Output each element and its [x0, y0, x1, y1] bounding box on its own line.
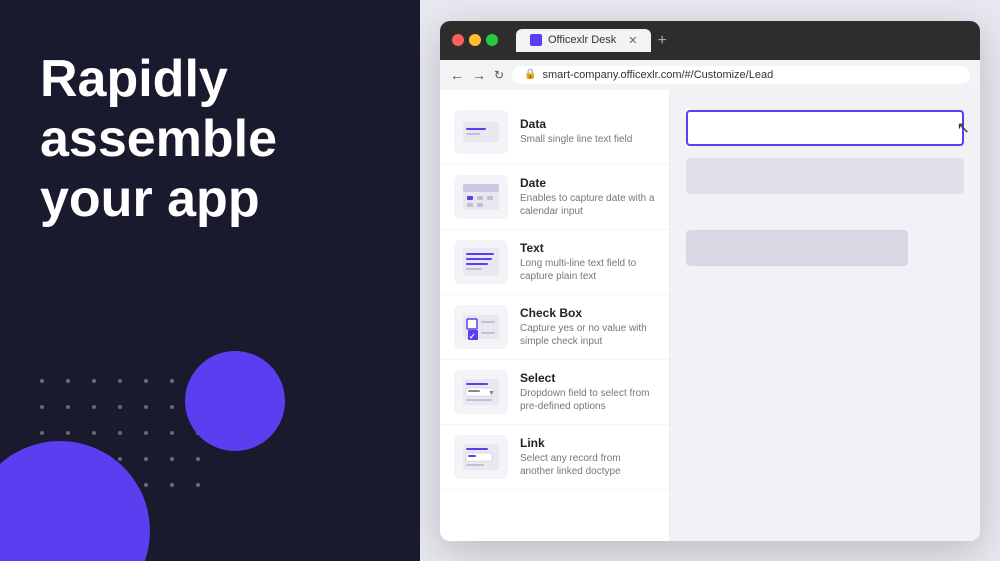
address-bar[interactable]: 🔒 smart-company.officexlr.com/#/Customiz…	[512, 66, 970, 84]
field-icon-date	[454, 175, 508, 219]
field-icon-text	[454, 240, 508, 284]
field-icon-link	[454, 435, 508, 479]
field-item-link[interactable]: Link Select any record from another link…	[440, 425, 669, 490]
field-info-text: Text Long multi-line text field to captu…	[520, 241, 655, 283]
browser-window: Officexlr Desk ✕ + ← → ↻ 🔒 smart-company…	[440, 21, 980, 541]
forward-button[interactable]: →	[472, 67, 486, 83]
right-panel: Officexlr Desk ✕ + ← → ↻ 🔒 smart-company…	[420, 0, 1000, 561]
hero-text: Rapidly assemble your app	[40, 50, 277, 229]
field-info-data: Data Small single line text field	[520, 117, 655, 146]
field-info-checkbox: Check Box Capture yes or no value with s…	[520, 306, 655, 348]
field-name-date: Date	[520, 176, 655, 190]
field-name-link: Link	[520, 436, 655, 450]
field-name-data: Data	[520, 117, 655, 131]
field-name-text: Text	[520, 241, 655, 255]
field-desc-date: Enables to capture date with a calendar …	[520, 192, 655, 218]
field-name-select: Select	[520, 371, 655, 385]
tab-favicon	[530, 34, 542, 46]
field-desc-link: Select any record from another linked do…	[520, 452, 655, 478]
field-desc-checkbox: Capture yes or no value with simple chec…	[520, 322, 655, 348]
field-icon-select: ▼	[454, 370, 508, 414]
reload-button[interactable]: ↻	[494, 68, 504, 82]
blue-circle-decoration	[185, 351, 285, 451]
field-item-checkbox[interactable]: ✓ Check Box Capture yes or no value with…	[440, 295, 669, 360]
url-text: smart-company.officexlr.com/#/Customize/…	[543, 69, 774, 81]
field-info-link: Link Select any record from another link…	[520, 436, 655, 478]
svg-text:▼: ▼	[488, 390, 495, 397]
field-item-date[interactable]: Date Enables to capture date with a cale…	[440, 165, 669, 230]
field-icon-data	[454, 110, 508, 154]
field-name-checkbox: Check Box	[520, 306, 655, 320]
browser-tabs: Officexlr Desk ✕ +	[516, 29, 667, 52]
field-icon-checkbox: ✓	[454, 305, 508, 349]
browser-chrome: Officexlr Desk ✕ +	[440, 21, 980, 60]
browser-toolbar: ← → ↻ 🔒 smart-company.officexlr.com/#/Cu…	[440, 60, 980, 90]
lock-icon: 🔒	[524, 69, 536, 80]
preview-field-active: ↖	[686, 110, 964, 146]
field-list: Data Small single line text field	[440, 90, 670, 541]
tab-close-button[interactable]: ✕	[628, 34, 637, 47]
preview-area: ↖	[670, 90, 980, 541]
traffic-light-green[interactable]	[486, 34, 498, 46]
browser-tab-active[interactable]: Officexlr Desk ✕	[516, 29, 651, 52]
traffic-lights	[452, 34, 498, 46]
field-info-select: Select Dropdown field to select from pre…	[520, 371, 655, 413]
field-item-data[interactable]: Data Small single line text field	[440, 100, 669, 165]
traffic-light-red[interactable]	[452, 34, 464, 46]
field-desc-select: Dropdown field to select from pre-define…	[520, 387, 655, 413]
field-desc-text: Long multi-line text field to capture pl…	[520, 257, 655, 283]
traffic-light-yellow[interactable]	[469, 34, 481, 46]
field-desc-data: Small single line text field	[520, 133, 655, 146]
back-button[interactable]: ←	[450, 67, 464, 83]
field-item-text[interactable]: Text Long multi-line text field to captu…	[440, 230, 669, 295]
headline: Rapidly assemble your app	[40, 50, 277, 229]
cursor-icon: ↖	[957, 118, 970, 138]
left-panel: Rapidly assemble your app	[0, 0, 420, 561]
svg-text:✓: ✓	[469, 332, 476, 341]
tab-title: Officexlr Desk	[548, 34, 616, 46]
field-item-select[interactable]: ▼ Select Dropdown field to select from p…	[440, 360, 669, 425]
preview-field-inactive-2	[686, 230, 908, 266]
field-info-date: Date Enables to capture date with a cale…	[520, 176, 655, 218]
new-tab-button[interactable]: +	[657, 32, 666, 50]
preview-field-inactive-1	[686, 158, 964, 194]
browser-content: Data Small single line text field	[440, 90, 980, 541]
browser-top-bar: Officexlr Desk ✕ +	[452, 29, 968, 52]
